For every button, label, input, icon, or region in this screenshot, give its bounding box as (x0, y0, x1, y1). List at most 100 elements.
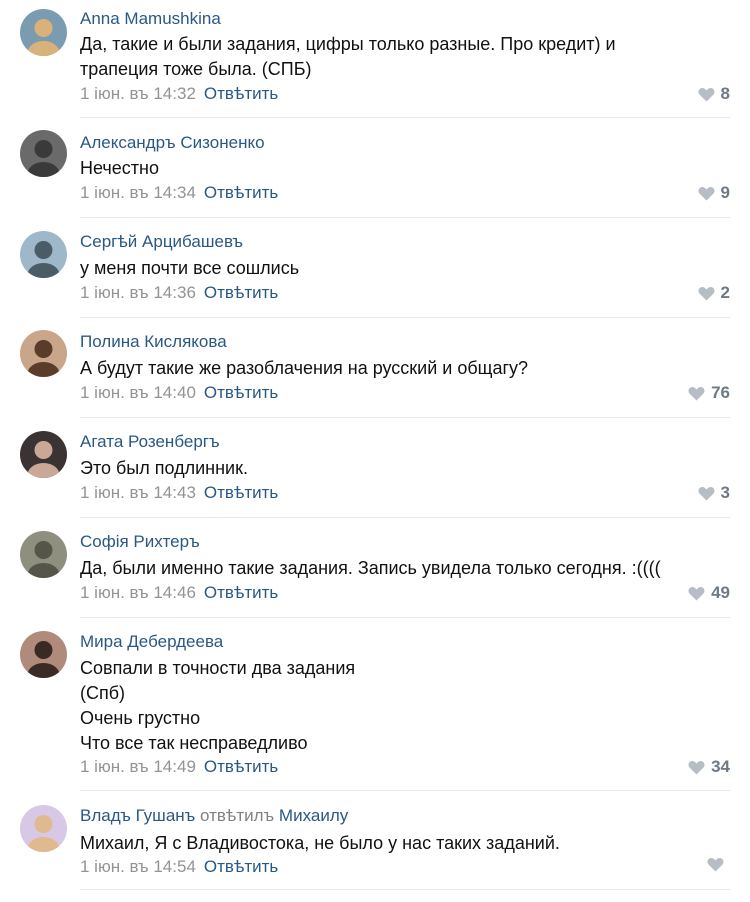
comment-divider (80, 317, 730, 318)
like-count: 76 (711, 383, 730, 402)
avatar[interactable] (20, 9, 67, 56)
reply-target-link[interactable]: Михаилу (279, 806, 348, 825)
user-avatar-icon (20, 330, 67, 377)
author-name-link[interactable]: Владъ Гушанъ (80, 806, 195, 825)
like-button[interactable]: 3 (698, 483, 730, 503)
reply-button[interactable]: Отвѣтить (204, 84, 278, 103)
comment-divider (80, 417, 730, 418)
author-name-link[interactable]: Александръ Сизоненко (80, 133, 265, 152)
comment-text-line: Да, были именно такие задания. Запись ув… (80, 558, 661, 578)
comments-list: Anna Mamushkina Да, такие и были задания,… (0, 0, 750, 902)
comment-date[interactable]: 1 іюн. въ 14:46 (80, 583, 196, 602)
like-button[interactable] (707, 857, 730, 872)
avatar[interactable] (20, 330, 67, 377)
comment-author: Anna Mamushkina (80, 9, 221, 29)
user-avatar-icon (20, 631, 67, 678)
comment-text: Совпали в точности два задания (Спб) Очень… (80, 656, 355, 756)
author-name-link[interactable]: Софія Рихтеръ (80, 532, 200, 551)
author-name-link[interactable]: Агата Розенбергъ (80, 432, 220, 451)
user-avatar-icon (20, 9, 67, 56)
author-name-link[interactable]: Anna Mamushkina (80, 9, 221, 28)
comment-meta: 1 іюн. въ 14:46 Отвѣтить (80, 583, 278, 603)
reply-button[interactable]: Отвѣтить (204, 383, 278, 402)
comment-author: Мира Дебердеева (80, 632, 223, 652)
comment-text-line: А будут такие же разоблачения на русский… (80, 358, 529, 378)
comment-text: Нечестно (80, 156, 159, 181)
reply-button[interactable]: Отвѣтить (204, 183, 278, 202)
avatar[interactable] (20, 431, 67, 478)
author-name-link[interactable]: Полина Кислякова (80, 332, 227, 351)
comment-text-line: Очень грустно (80, 708, 201, 728)
like-button[interactable]: 76 (688, 383, 730, 403)
user-avatar-icon (20, 130, 67, 177)
comment-text-line: Совпали в точности два задания (80, 658, 356, 678)
comment-date[interactable]: 1 іюн. въ 14:54 (80, 857, 196, 876)
like-button[interactable]: 34 (688, 757, 730, 777)
like-button[interactable]: 9 (698, 183, 730, 203)
user-avatar-icon (20, 231, 67, 278)
reply-button[interactable]: Отвѣтить (204, 857, 278, 876)
reply-button[interactable]: Отвѣтить (204, 283, 278, 302)
comment-divider (80, 617, 730, 618)
user-avatar-icon (20, 431, 67, 478)
comment-text-line: Нечестно (80, 158, 159, 178)
comment-meta: 1 іюн. въ 14:34 Отвѣтить (80, 183, 278, 203)
comment-text: у меня почти все сошлись (80, 256, 299, 281)
avatar[interactable] (20, 231, 67, 278)
like-count: 2 (720, 283, 730, 302)
avatar[interactable] (20, 631, 67, 678)
comment-text-line: (Спб) (80, 683, 126, 703)
like-count: 49 (711, 583, 730, 602)
comment-divider (80, 517, 730, 518)
comment-author: Александръ Сизоненко (80, 133, 265, 153)
comment-author: Агата Розенбергъ (80, 432, 220, 452)
reply-button[interactable]: Отвѣтить (204, 483, 278, 502)
reply-button[interactable]: Отвѣтить (204, 757, 278, 776)
like-count: 3 (720, 483, 730, 502)
user-avatar-icon (20, 805, 67, 852)
comment-divider (80, 217, 730, 218)
author-name-link[interactable]: Сергѣй Арцибашевъ (80, 232, 243, 251)
heart-icon (707, 858, 724, 872)
like-count: 34 (711, 757, 730, 776)
like-count: 8 (720, 84, 730, 103)
heart-icon (698, 87, 715, 101)
like-count: 9 (720, 183, 730, 202)
comment-date[interactable]: 1 іюн. въ 14:32 (80, 84, 196, 103)
like-button[interactable]: 49 (688, 583, 730, 603)
comment-date[interactable]: 1 іюн. въ 14:34 (80, 183, 196, 202)
heart-icon (698, 186, 715, 200)
author-name-link[interactable]: Мира Дебердеева (80, 632, 223, 651)
avatar[interactable] (20, 531, 67, 578)
comment-author: Владъ Гушанъ отвѣтилъ Михаилу (80, 806, 348, 826)
comment-text-line: Михаил, Я с Владивостока, не было у нас … (80, 833, 560, 853)
comment-author: Сергѣй Арцибашевъ (80, 232, 243, 252)
comment-divider (80, 889, 730, 890)
comment-divider (80, 790, 730, 791)
comment-text-line: Это был подлинник. (80, 458, 248, 478)
comment-text-line: Что все так несправедливо (80, 733, 308, 753)
like-button[interactable]: 8 (698, 84, 730, 104)
comment-meta: 1 іюн. въ 14:49 Отвѣтить (80, 757, 278, 777)
comment-meta: 1 іюн. въ 14:43 Отвѣтить (80, 483, 278, 503)
comment-meta: 1 іюн. въ 14:54 Отвѣтить (80, 857, 278, 877)
heart-icon (688, 386, 705, 400)
comment-text-line: трапеция тоже была. (СПБ) (80, 59, 312, 79)
heart-icon (688, 586, 705, 600)
like-button[interactable]: 2 (698, 283, 730, 303)
comment-date[interactable]: 1 іюн. въ 14:49 (80, 757, 196, 776)
user-avatar-icon (20, 531, 67, 578)
heart-icon (688, 760, 705, 774)
avatar[interactable] (20, 805, 67, 852)
comment-text-line: у меня почти все сошлись (80, 258, 300, 278)
avatar[interactable] (20, 130, 67, 177)
reply-button[interactable]: Отвѣтить (204, 583, 278, 602)
comment-meta: 1 іюн. въ 14:32 Отвѣтить (80, 84, 278, 104)
heart-icon (698, 286, 715, 300)
comment-divider (80, 117, 730, 118)
comment-author: Полина Кислякова (80, 332, 227, 352)
comment-date[interactable]: 1 іюн. въ 14:43 (80, 483, 196, 502)
comment-meta: 1 іюн. въ 14:40 Отвѣтить (80, 383, 278, 403)
comment-date[interactable]: 1 іюн. въ 14:36 (80, 283, 196, 302)
comment-date[interactable]: 1 іюн. въ 14:40 (80, 383, 196, 402)
